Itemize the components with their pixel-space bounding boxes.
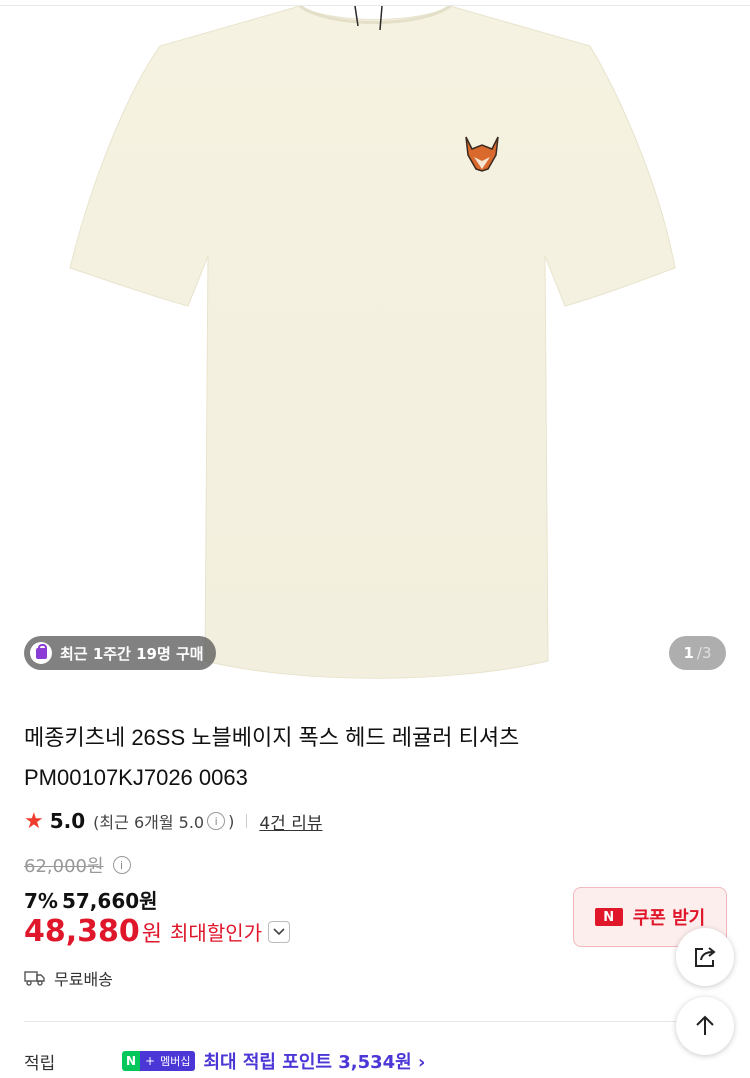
- max-points-link[interactable]: 최대 적립 포인트 3,534원 ›: [203, 1048, 425, 1074]
- membership-plus-icon: +: [140, 1051, 161, 1071]
- shipping-row: 무료배송: [24, 966, 113, 990]
- final-price: 48,380: [24, 914, 140, 949]
- rating-score: 5.0: [49, 809, 86, 833]
- final-price-row: 48,380 원 최대할인가: [24, 914, 291, 949]
- points-label: 적립: [24, 1053, 56, 1074]
- recent-rating: (최근 6개월 5.0 i ): [93, 809, 234, 833]
- naver-n-icon: N: [594, 908, 623, 926]
- rating-row: ★ 5.0 (최근 6개월 5.0 i ) 4건 리뷰: [24, 806, 322, 836]
- arrow-up-icon: [696, 1015, 714, 1035]
- product-title: 메종키츠네 26SS 노블베이지 폭스 헤드 레귤러 티셔츠 PM00107KJ…: [24, 718, 724, 798]
- coupon-label: 쿠폰 받기: [632, 908, 706, 929]
- info-icon[interactable]: i: [207, 812, 226, 830]
- pager-total: 3: [701, 644, 712, 662]
- naver-plus-membership-badge: N + 멤버십: [122, 1051, 196, 1071]
- final-currency: 원: [141, 921, 163, 947]
- tshirt-image: [69, 6, 676, 679]
- points-row[interactable]: 적립 N + 멤버십 최대 적립 포인트 3,534원 ›: [24, 1046, 726, 1076]
- shipping-text: 무료배송: [54, 970, 113, 989]
- share-icon: [695, 947, 716, 967]
- max-discount-label: 최대할인가: [170, 921, 263, 945]
- discount-row: 7% 57,660원: [24, 885, 158, 914]
- membership-n: N: [126, 1054, 137, 1068]
- recent-rating-close: ): [228, 811, 235, 831]
- recent-purchase-badge: 최근 1주간 19명 구매: [24, 636, 216, 670]
- membership-text: 멤버십: [160, 1051, 196, 1071]
- recent-purchase-text: 최근 1주간 19명 구매: [60, 644, 204, 663]
- original-price: 62,000원: [24, 856, 104, 877]
- review-count-link[interactable]: 4건 리뷰: [259, 809, 322, 834]
- product-image-gallery[interactable]: 최근 1주간 19명 구매 1 / 3: [0, 6, 750, 686]
- price-info-icon[interactable]: i: [112, 856, 131, 874]
- discount-percent: 7%: [24, 889, 58, 913]
- shopping-bag-icon: [30, 642, 52, 664]
- product-title-line1: 메종키츠네 26SS 노블베이지 폭스 헤드 레귤러 티셔츠: [24, 725, 520, 750]
- image-pager: 1 / 3: [669, 636, 726, 670]
- recent-rating-text: (최근 6개월 5.0: [93, 813, 205, 832]
- rating-separator: [246, 814, 248, 828]
- star-icon: ★: [24, 808, 44, 834]
- scroll-to-top-button[interactable]: [676, 997, 734, 1055]
- section-divider: [24, 1021, 726, 1022]
- share-button[interactable]: [676, 928, 734, 986]
- chevron-down-icon[interactable]: [268, 920, 291, 943]
- discount-price: 57,660원: [61, 889, 158, 913]
- product-title-line2: PM00107KJ7026 0063: [24, 765, 248, 790]
- truck-icon: [24, 971, 45, 986]
- pager-current: 1: [683, 644, 694, 662]
- original-price-row: 62,000원 i: [24, 852, 137, 878]
